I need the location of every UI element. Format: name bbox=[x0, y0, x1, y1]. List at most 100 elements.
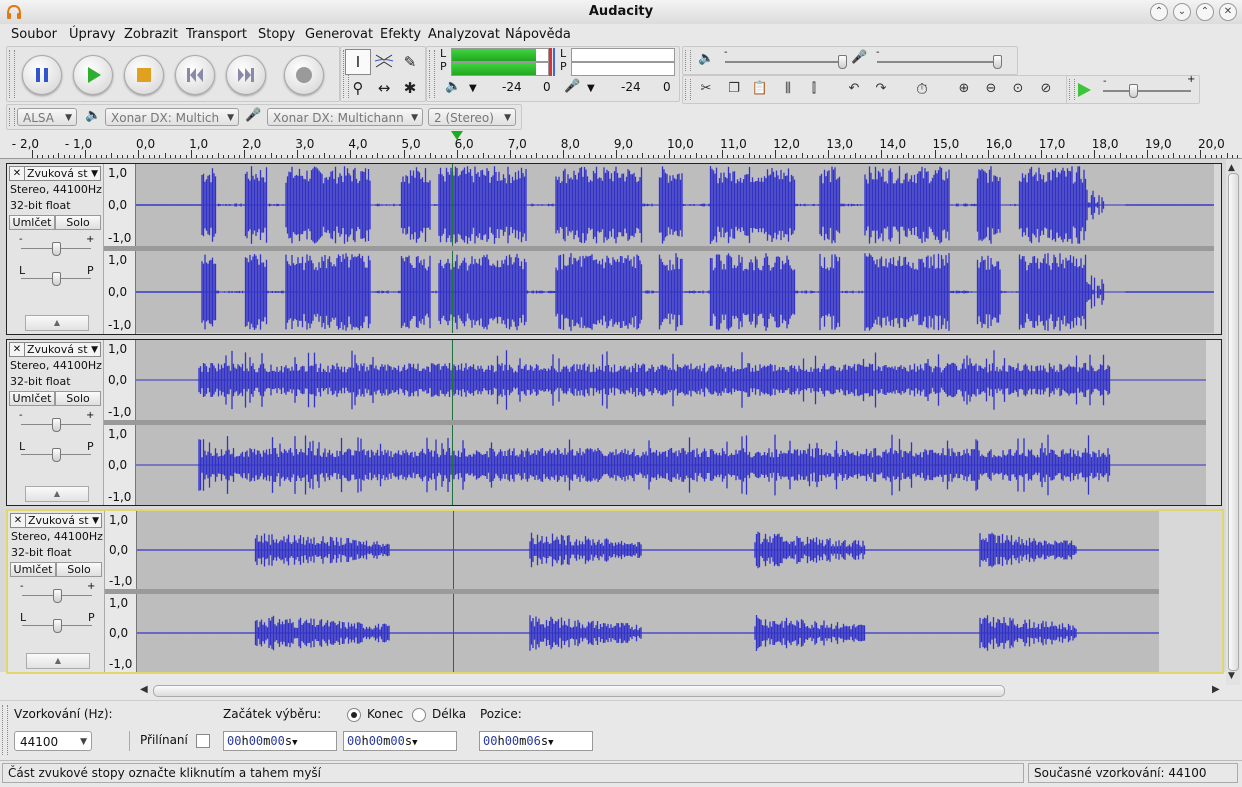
waveform-channel[interactable] bbox=[136, 340, 1206, 420]
pan-thumb[interactable] bbox=[52, 448, 61, 462]
zoom-tool-icon[interactable]: ⚲ bbox=[345, 75, 371, 101]
waveform-channel[interactable] bbox=[136, 425, 1206, 505]
output-volume-thumb[interactable] bbox=[838, 55, 847, 69]
speed-slider[interactable] bbox=[1103, 90, 1191, 92]
snap-checkbox[interactable] bbox=[196, 734, 210, 748]
track-control-panel[interactable]: ✕ Zvuková st ▼ Stereo, 44100Hz 32-bit float U… bbox=[7, 164, 104, 334]
rec-meter-left[interactable] bbox=[571, 48, 675, 62]
project-rate-select[interactable]: 44100 ▼ bbox=[14, 731, 92, 751]
output-device-select[interactable]: Xonar DX: Multich ▼ bbox=[105, 108, 239, 126]
toolbar-grip[interactable] bbox=[685, 79, 691, 100]
menu-generovat[interactable]: Generovat bbox=[305, 27, 373, 42]
vertical-scroll-thumb[interactable] bbox=[1228, 173, 1239, 671]
input-volume-slider[interactable] bbox=[877, 61, 997, 63]
close-icon[interactable]: ✕ bbox=[10, 343, 25, 356]
toolbar-grip[interactable] bbox=[9, 108, 15, 126]
chevron-down-icon[interactable]: ▼ bbox=[587, 83, 595, 94]
play-at-speed-icon[interactable] bbox=[1075, 81, 1093, 99]
scroll-down-icon[interactable]: ▼ bbox=[1228, 671, 1235, 681]
close-icon[interactable]: ✕ bbox=[10, 167, 25, 180]
waveform-channel[interactable] bbox=[136, 164, 1214, 246]
toolbar-grip[interactable] bbox=[9, 50, 15, 98]
pan-thumb[interactable] bbox=[53, 619, 62, 633]
track-control-panel[interactable]: ✕ Zvuková st ▼ Stereo, 44100Hz 32-bit float U… bbox=[8, 511, 105, 672]
menu-zobrazit[interactable]: Zobrazit bbox=[124, 27, 178, 42]
menu-efekty[interactable]: Efekty bbox=[380, 27, 421, 42]
menu-upravy[interactable]: Úpravy bbox=[69, 27, 115, 42]
cut-icon[interactable]: ✂ bbox=[695, 78, 717, 100]
toolbar-grip[interactable] bbox=[429, 50, 435, 98]
maximize-icon[interactable]: ⌃ bbox=[1196, 3, 1214, 21]
scroll-right-icon[interactable]: ▶ bbox=[1212, 684, 1220, 695]
playhead-marker[interactable] bbox=[450, 131, 463, 140]
rec-meter-right[interactable] bbox=[571, 62, 675, 76]
fit-project-icon[interactable]: ⊘ bbox=[1035, 78, 1057, 100]
mute-button[interactable]: Umlčet bbox=[9, 215, 55, 230]
draw-tool-icon[interactable]: ✎ bbox=[397, 49, 423, 75]
solo-button[interactable]: Solo bbox=[55, 215, 101, 230]
scroll-left-icon[interactable]: ◀ bbox=[140, 684, 148, 695]
close-icon[interactable]: ✕ bbox=[1219, 3, 1237, 21]
gain-thumb[interactable] bbox=[53, 589, 62, 603]
track-name-menu[interactable]: ✕ Zvuková st ▼ bbox=[9, 166, 101, 181]
audio-track[interactable]: ✕ Zvuková st ▼ Stereo, 44100Hz 32-bit float U… bbox=[6, 339, 1222, 506]
menu-transport[interactable]: Transport bbox=[186, 27, 247, 42]
menu-analyzovat[interactable]: Analyzovat bbox=[428, 27, 500, 42]
channel-separator[interactable] bbox=[104, 246, 1214, 251]
menu-soubor[interactable]: Soubor bbox=[11, 27, 57, 42]
input-device-select[interactable]: Xonar DX: Multichann ▼ bbox=[267, 108, 423, 126]
copy-icon[interactable]: ❐ bbox=[723, 78, 745, 100]
stop-button[interactable] bbox=[124, 55, 164, 95]
audio-host-select[interactable]: ALSA ▼ bbox=[17, 108, 77, 126]
toolbar-grip[interactable] bbox=[2, 705, 8, 755]
timeline-ruler[interactable]: - 2,0- 1,0 0,0 1,0 2,0 3,0 4,0 5,0 6,0 7,0 8,0 9,0… bbox=[0, 131, 1242, 159]
pause-button[interactable] bbox=[22, 55, 62, 95]
toolbar-grip[interactable] bbox=[685, 50, 691, 71]
timeshift-tool-icon[interactable]: ↔ bbox=[371, 75, 397, 101]
waveform-channel[interactable] bbox=[137, 511, 1159, 589]
keep-above-icon[interactable]: ⌃ bbox=[1150, 3, 1168, 21]
track-name-menu[interactable]: ✕ Zvuková st ▼ bbox=[10, 513, 102, 528]
length-radio[interactable] bbox=[412, 708, 426, 722]
horizontal-scroll-thumb[interactable] bbox=[153, 685, 1005, 697]
zoom-in-icon[interactable]: ⊕ bbox=[953, 78, 975, 100]
output-volume-slider[interactable] bbox=[725, 61, 845, 63]
mute-button[interactable]: Umlčet bbox=[10, 562, 56, 577]
collapse-track-icon[interactable]: ▲ bbox=[25, 486, 89, 502]
collapse-track-icon[interactable]: ▲ bbox=[25, 315, 89, 331]
speaker-icon[interactable]: 🔈 bbox=[445, 79, 461, 94]
multi-tool-icon[interactable]: ✱ bbox=[397, 75, 423, 101]
play-meter-right[interactable] bbox=[451, 62, 549, 76]
selection-tool-icon[interactable]: I bbox=[345, 49, 371, 75]
skip-start-button[interactable] bbox=[175, 55, 215, 95]
menu-stopy[interactable]: Stopy bbox=[258, 27, 295, 42]
play-button[interactable] bbox=[73, 55, 113, 95]
end-radio[interactable] bbox=[347, 708, 361, 722]
gain-thumb[interactable] bbox=[52, 242, 61, 256]
menu-napoveda[interactable]: Nápověda bbox=[505, 27, 571, 42]
record-button[interactable] bbox=[284, 55, 324, 95]
collapse-track-icon[interactable]: ▲ bbox=[26, 653, 90, 669]
selection-start-time[interactable]: 00h00m00s▼ bbox=[223, 731, 337, 751]
fit-selection-icon[interactable]: ⊙ bbox=[1007, 78, 1029, 100]
channel-separator[interactable] bbox=[104, 420, 1206, 425]
gain-thumb[interactable] bbox=[52, 418, 61, 432]
audio-track[interactable]: ✕ Zvuková st ▼ Stereo, 44100Hz 32-bit float U… bbox=[6, 509, 1224, 674]
undo-icon[interactable]: ↶ bbox=[843, 78, 865, 100]
input-channels-select[interactable]: 2 (Stereo) ▼ bbox=[428, 108, 516, 126]
close-icon[interactable]: ✕ bbox=[11, 514, 26, 527]
audio-track[interactable]: ✕ Zvuková st ▼ Stereo, 44100Hz 32-bit float U… bbox=[6, 163, 1222, 335]
waveform-channel[interactable] bbox=[136, 251, 1214, 333]
speed-thumb[interactable] bbox=[1129, 84, 1138, 98]
pan-thumb[interactable] bbox=[52, 272, 61, 286]
waveform-channel[interactable] bbox=[137, 594, 1159, 672]
scroll-up-icon[interactable]: ▲ bbox=[1228, 163, 1235, 173]
input-volume-thumb[interactable] bbox=[993, 55, 1002, 69]
sync-lock-icon[interactable]: ⏱ bbox=[911, 78, 933, 100]
mute-button[interactable]: Umlčet bbox=[9, 391, 55, 406]
play-meter-left[interactable] bbox=[451, 48, 549, 62]
vertical-scrollbar[interactable]: ▲ ▼ bbox=[1226, 159, 1240, 685]
solo-button[interactable]: Solo bbox=[55, 391, 101, 406]
minimize-icon[interactable]: ⌄ bbox=[1173, 3, 1191, 21]
skip-end-button[interactable] bbox=[226, 55, 266, 95]
